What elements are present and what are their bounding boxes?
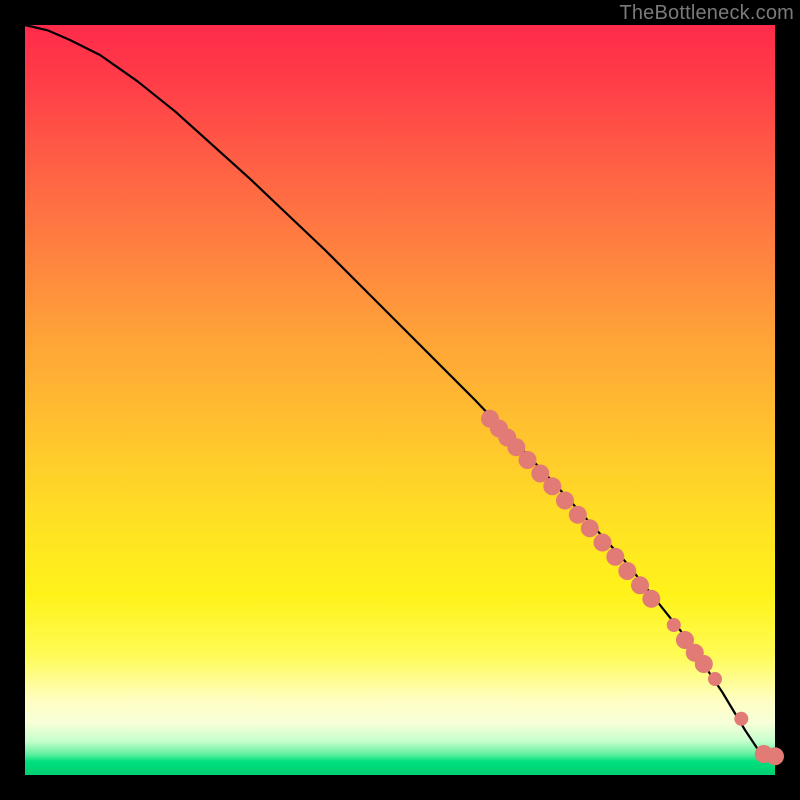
data-point xyxy=(642,590,660,608)
data-point xyxy=(569,506,587,524)
data-point xyxy=(618,562,636,580)
data-point xyxy=(695,655,713,673)
data-point xyxy=(594,534,612,552)
data-point xyxy=(606,548,624,566)
data-point xyxy=(543,477,561,495)
chart-stage: TheBottleneck.com xyxy=(0,0,800,800)
data-point xyxy=(581,519,599,537)
chart-overlay xyxy=(25,25,775,775)
bottleneck-curve xyxy=(25,25,775,756)
data-point xyxy=(556,492,574,510)
data-point xyxy=(667,618,681,632)
data-point xyxy=(734,712,748,726)
data-points xyxy=(481,410,784,766)
data-point xyxy=(708,672,722,686)
plot-area xyxy=(25,25,775,775)
watermark-text: TheBottleneck.com xyxy=(619,2,794,25)
data-point xyxy=(519,451,537,469)
data-point xyxy=(766,747,784,765)
